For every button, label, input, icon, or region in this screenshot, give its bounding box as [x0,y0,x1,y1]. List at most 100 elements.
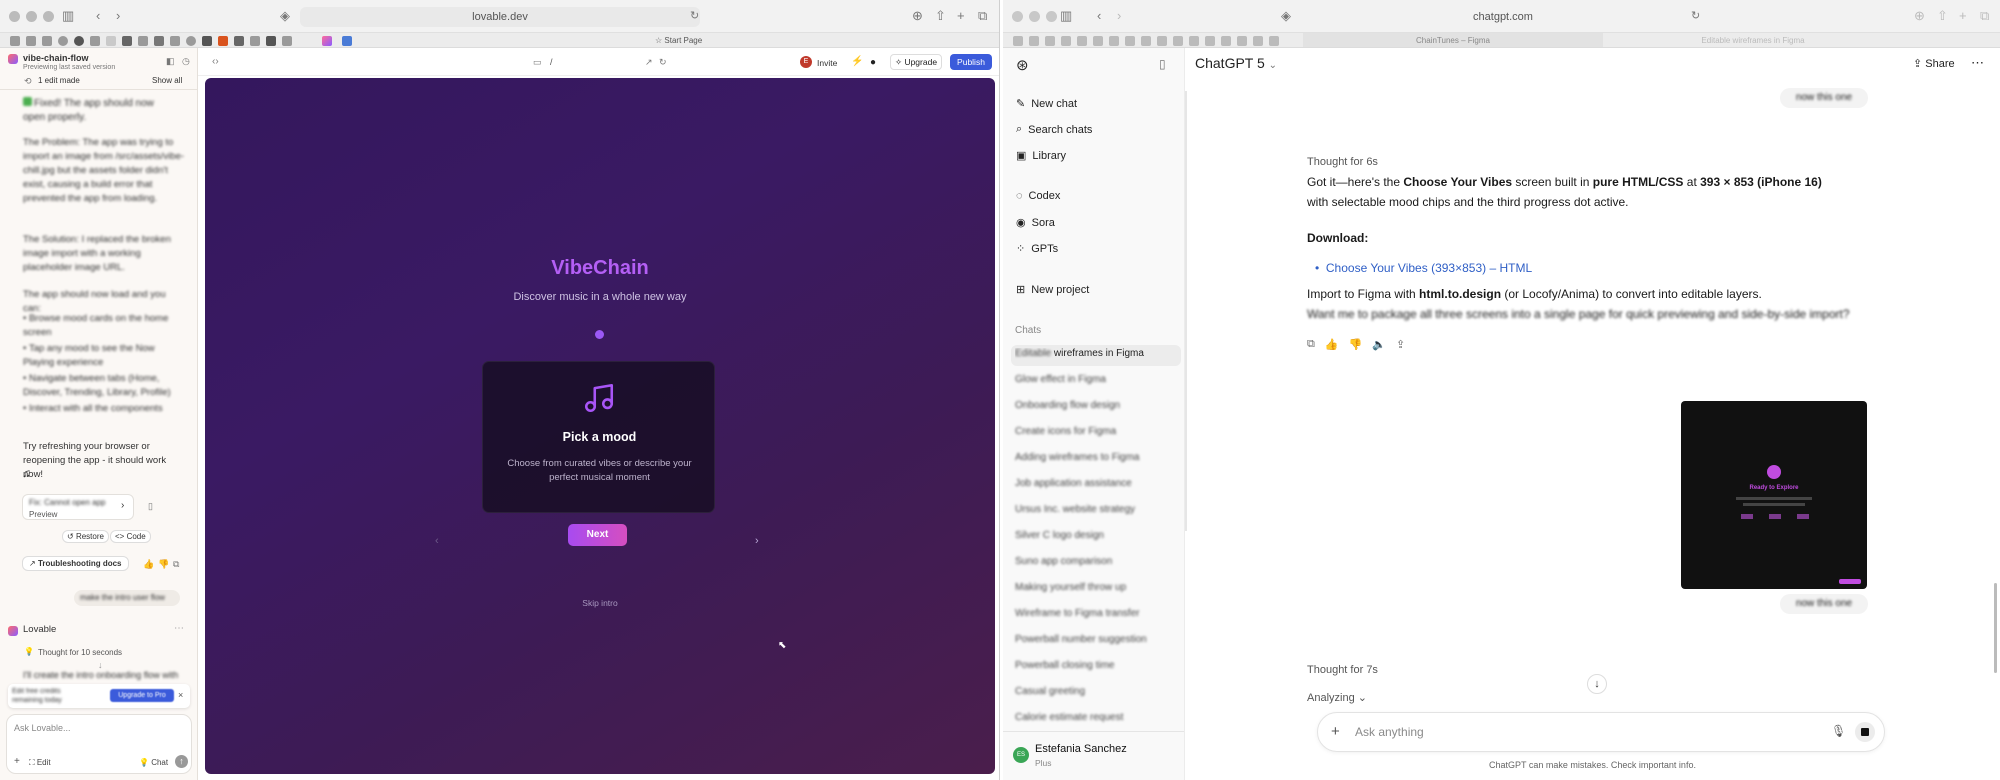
close-icon[interactable]: × [178,688,183,702]
share-icon[interactable]: ⇧ [1937,8,1948,24]
codex-button[interactable]: ◌ Codex [1016,190,1060,202]
share-button[interactable]: ⇪ Share [1913,57,1955,70]
tab-favicon[interactable] [234,36,244,46]
tab-favicon[interactable] [170,36,180,46]
chat-item[interactable]: Onboarding flow design [1015,400,1175,411]
tab-favicon[interactable] [1253,36,1263,46]
device-icon[interactable]: ▭ [533,54,542,70]
new-project-button[interactable]: ⊞ New project [1016,283,1089,297]
back-arrow-icon[interactable]: ‹ [1097,8,1101,24]
close-window-button[interactable] [1012,11,1023,22]
zoom-window-button[interactable] [1046,11,1057,22]
next-button[interactable]: Next [568,524,627,546]
more-icon[interactable]: ⋯ [174,622,184,636]
download-icon[interactable]: ⊕ [912,8,923,24]
edit-mode-button[interactable]: ⛶ Edit [29,756,51,770]
download-link[interactable]: • Choose Your Vibes (393×853) – HTML [1315,258,1532,278]
tab-favicon[interactable] [138,36,148,46]
tab-favicon[interactable] [42,36,52,46]
avatar[interactable]: E [800,56,812,68]
chat-item[interactable]: Casual greeting [1015,686,1175,697]
tab-favicon[interactable] [1189,36,1199,46]
address-bar[interactable]: chatgpt.com [1303,7,1703,27]
tab-favicon[interactable] [266,36,276,46]
tabs-overview-icon[interactable]: ⧉ [978,8,987,24]
tab-favicon[interactable] [1109,36,1119,46]
search-chats-button[interactable]: ⌕ Search chats [1016,123,1092,136]
tab-favicon[interactable] [218,36,228,46]
chat-item[interactable]: Create icons for Figma [1015,426,1175,437]
open-external-icon[interactable]: ↗ [645,54,653,70]
chat-item[interactable]: Suno app comparison [1015,556,1175,567]
thought-duration[interactable]: Thought for 7s [1307,660,1378,680]
bookmark-icon[interactable]: ▯ [148,498,153,514]
gpts-button[interactable]: ⁘ GPTs [1016,242,1058,256]
chat-item[interactable]: Glow effect in Figma [1015,374,1175,385]
tab-favicon[interactable] [58,36,68,46]
tab-favicon[interactable] [1125,36,1135,46]
tab-favicon[interactable] [202,36,212,46]
tabs-overview-icon[interactable]: ⧉ [1980,8,1989,24]
share-icon[interactable]: ⇧ [935,8,946,24]
zoom-window-button[interactable] [43,11,54,22]
sidebar-toggle-icon[interactable]: ▥ [1060,8,1072,24]
new-tab-icon[interactable]: + [1959,8,1967,24]
thumbs-down-icon[interactable]: 👎 [158,556,169,572]
scrollbar-thumb[interactable] [1994,583,1997,673]
forward-arrow-icon[interactable]: › [1117,8,1121,24]
chat-mode-button[interactable]: 💡 Chat [139,756,168,770]
thought-duration[interactable]: Thought for 6s [1307,152,1378,172]
sora-button[interactable]: ◉ Sora [1016,216,1055,230]
uploaded-screenshot[interactable]: Ready to Explore [1681,401,1867,589]
chat-item[interactable]: Powerball closing time [1015,660,1175,671]
chat-item[interactable]: Job application assistance [1015,478,1175,489]
code-button[interactable]: <> Code [110,530,151,543]
scroll-track[interactable] [1185,91,1187,531]
tab-favicon[interactable] [1093,36,1103,46]
library-button[interactable]: ▣ Library [1016,149,1066,163]
stop-button[interactable] [1855,722,1875,742]
publish-button[interactable]: Publish [950,54,992,70]
tab-favicon[interactable] [154,36,164,46]
restore-button[interactable]: ↺ Restore [62,530,109,543]
next-arrow[interactable]: › [755,535,759,547]
back-arrow-icon[interactable]: ‹ [96,8,100,24]
tab-favicon[interactable] [1237,36,1247,46]
download-icon[interactable]: ⊕ [1914,8,1925,24]
new-tab-icon[interactable]: + [957,8,965,24]
tab-favicon[interactable] [1173,36,1183,46]
tab-chaintunes-figma[interactable]: ChainTunes – Figma [1303,33,1603,47]
thumbs-up-icon[interactable]: 👍 [1325,338,1339,351]
chat-item[interactable]: Ursus Inc. website strategy [1015,504,1175,515]
chat-item[interactable]: Adding wireframes to Figma [1015,452,1175,463]
lovable-chat-input[interactable]: Ask Lovable... + ⛶ Edit 💡 Chat ↑ [6,714,192,774]
microphone-icon[interactable]: 🎙 [1831,724,1846,738]
reload-icon[interactable]: ↻ [690,8,699,24]
close-window-button[interactable] [9,11,20,22]
thumbs-down-icon[interactable]: 👎 [1349,338,1363,351]
tab-favicon[interactable] [1157,36,1167,46]
history-icon[interactable]: ◷ [182,53,190,69]
analyzing-status[interactable]: Analyzing ⌄ [1307,688,1367,708]
upgrade-pro-button[interactable]: Upgrade to Pro [110,689,174,702]
tab-favicon[interactable] [122,36,132,46]
openai-logo-icon[interactable]: ⊛ [1016,56,1029,74]
tab-favicon[interactable] [106,36,116,46]
send-arrow-icon[interactable]: ↑ [175,755,188,768]
chat-item[interactable]: Powerball number suggestion [1015,634,1175,645]
close-sidebar-icon[interactable]: ▯ [1159,57,1166,71]
lovable-tab-favicon[interactable] [322,36,332,46]
user-avatar[interactable]: ES [1013,747,1029,763]
tab-editable-wireframes[interactable]: Editable wireframes in Figma [1603,33,1903,47]
user-name[interactable]: Estefania Sanchez [1035,743,1195,755]
previous-arrow[interactable]: ‹ [435,535,439,547]
address-bar[interactable]: lovable.dev [300,7,700,27]
tab-favicon[interactable] [1269,36,1279,46]
tab-favicon[interactable] [1045,36,1055,46]
tab-favicon[interactable] [90,36,100,46]
tab-favicon[interactable] [1077,36,1087,46]
supabase-icon[interactable]: ⚡ [851,54,863,70]
code-view-icon[interactable]: ‹› [212,54,219,70]
more-options-icon[interactable]: ⋯ [1971,55,1984,71]
read-aloud-icon[interactable]: 🔈 [1372,338,1386,351]
